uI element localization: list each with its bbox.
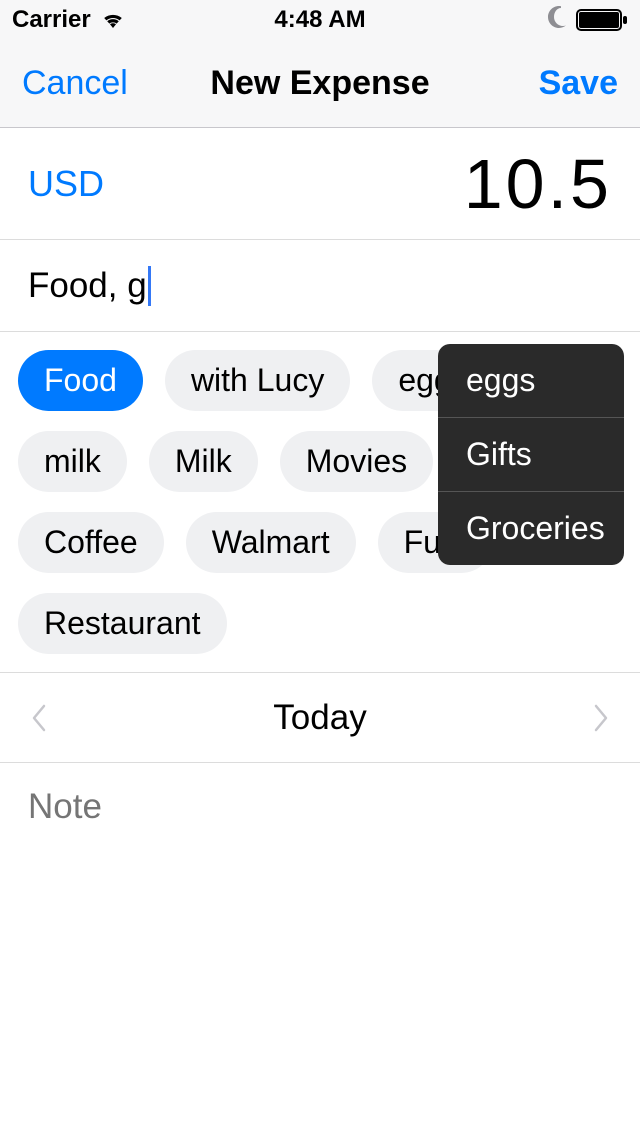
battery-icon xyxy=(576,9,628,31)
currency-label[interactable]: USD xyxy=(28,163,104,205)
tag-coffee[interactable]: Coffee xyxy=(18,512,164,573)
tag-movies[interactable]: Movies xyxy=(280,431,433,492)
save-button[interactable]: Save xyxy=(539,64,618,103)
date-prev-button[interactable] xyxy=(30,702,48,734)
carrier-label: Carrier xyxy=(12,6,91,34)
wifi-icon xyxy=(99,10,127,30)
text-cursor xyxy=(148,266,151,306)
tag-food[interactable]: Food xyxy=(18,350,143,411)
suggestion-item[interactable]: Gifts xyxy=(438,418,624,492)
amount-row[interactable]: USD 10.5 xyxy=(0,128,640,240)
cancel-button[interactable]: Cancel xyxy=(22,64,128,103)
status-left: Carrier xyxy=(12,6,127,34)
status-bar: Carrier 4:48 AM xyxy=(0,0,640,40)
date-label[interactable]: Today xyxy=(273,698,366,738)
status-time: 4:48 AM xyxy=(274,6,365,34)
date-row: Today xyxy=(0,673,640,763)
tag-milk2[interactable]: milk xyxy=(18,431,127,492)
chevron-left-icon xyxy=(30,702,48,734)
date-next-button[interactable] xyxy=(592,702,610,734)
suggestion-item[interactable]: eggs xyxy=(438,344,624,418)
note-row[interactable] xyxy=(0,763,640,851)
do-not-disturb-icon xyxy=(546,6,568,35)
tag-milk[interactable]: Milk xyxy=(149,431,258,492)
tag-restaurant[interactable]: Restaurant xyxy=(18,593,227,654)
amount-value[interactable]: 10.5 xyxy=(464,144,612,224)
note-input[interactable] xyxy=(28,787,612,827)
page-title: New Expense xyxy=(210,64,429,103)
nav-header: Cancel New Expense Save xyxy=(0,40,640,128)
autocomplete-popup: eggs Gifts Groceries xyxy=(438,344,624,565)
description-input[interactable]: Food, g xyxy=(28,266,151,306)
tag-walmart[interactable]: Walmart xyxy=(186,512,356,573)
suggestion-item[interactable]: Groceries xyxy=(438,492,624,565)
description-value: Food, g xyxy=(28,266,147,306)
chevron-right-icon xyxy=(592,702,610,734)
tag-with-lucy[interactable]: with Lucy xyxy=(165,350,350,411)
description-row[interactable]: Food, g xyxy=(0,240,640,332)
status-right xyxy=(546,6,628,35)
